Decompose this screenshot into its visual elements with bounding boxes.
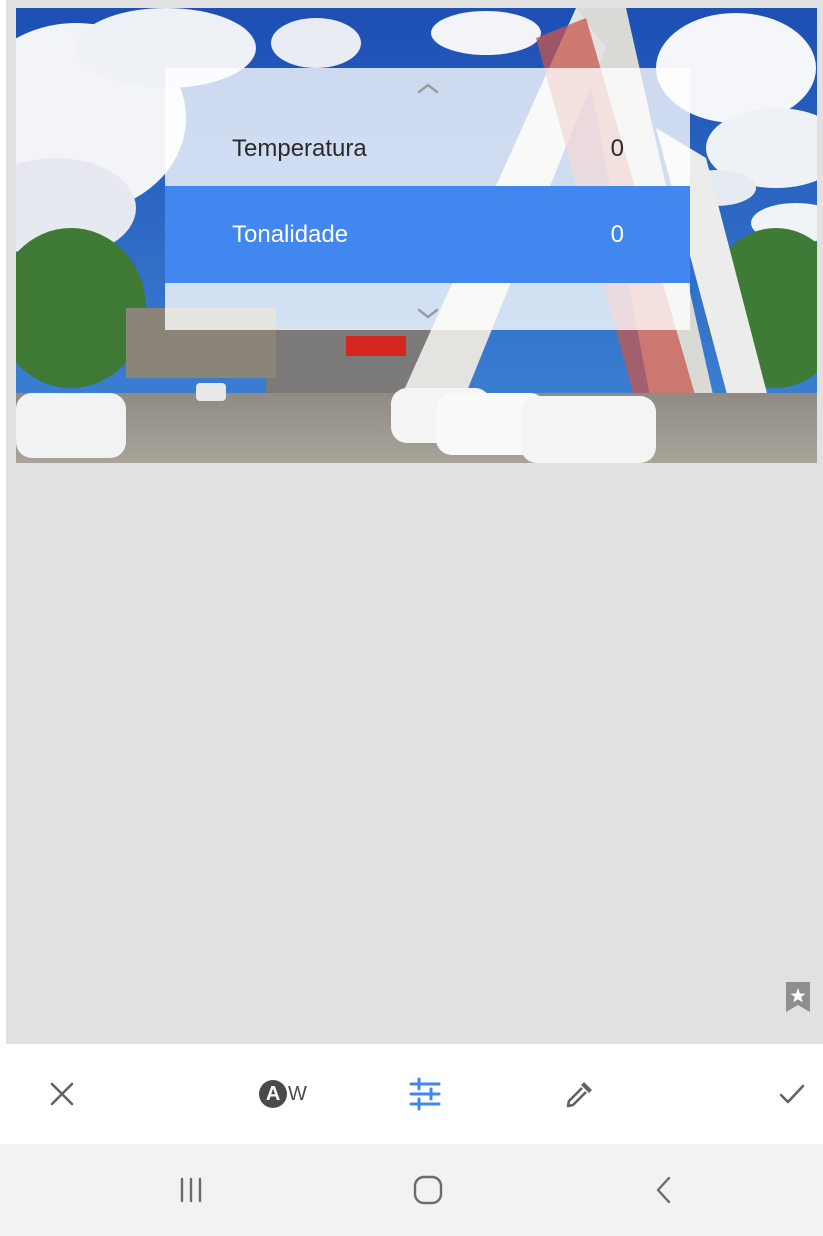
white-badge: W (288, 1082, 307, 1105)
picker-item-label: Temperatura (232, 135, 367, 162)
picker-item-value: 0 (610, 220, 624, 248)
chevron-down-icon[interactable] (413, 304, 443, 324)
home-icon (413, 1175, 443, 1205)
auto-badge: A (259, 1080, 288, 1108)
picker-item-label: Tonalidade (232, 220, 349, 248)
recent-apps-button[interactable] (161, 1164, 221, 1216)
system-nav-bar (0, 1144, 823, 1236)
bookmark-star-icon[interactable] (784, 980, 812, 1014)
picker-item-tonalidade[interactable]: Tonalidade 0 (165, 186, 690, 283)
recent-apps-icon (180, 1177, 202, 1203)
auto-white-balance-button[interactable]: A W (252, 1066, 314, 1122)
back-icon (656, 1176, 671, 1204)
check-icon (779, 1084, 805, 1104)
adjust-sliders-icon (409, 1077, 441, 1111)
eyedropper-icon (566, 1082, 592, 1108)
cancel-button[interactable] (34, 1066, 90, 1122)
adjust-button[interactable] (397, 1066, 453, 1122)
picker-item-value: 0 (610, 135, 624, 162)
home-button[interactable] (398, 1164, 458, 1216)
close-icon (50, 1082, 74, 1106)
apply-button[interactable] (764, 1066, 820, 1122)
picker-item-temperatura[interactable]: Temperatura 0 (165, 112, 690, 186)
eyedropper-button[interactable] (552, 1066, 608, 1122)
bottom-toolbar: A W (0, 1044, 823, 1144)
back-button[interactable] (634, 1164, 694, 1216)
auto-white-balance-icon: A W (259, 1080, 307, 1108)
adjustment-picker[interactable]: Temperatura 0 Tonalidade 0 (165, 68, 690, 330)
chevron-up-icon[interactable] (413, 78, 443, 98)
